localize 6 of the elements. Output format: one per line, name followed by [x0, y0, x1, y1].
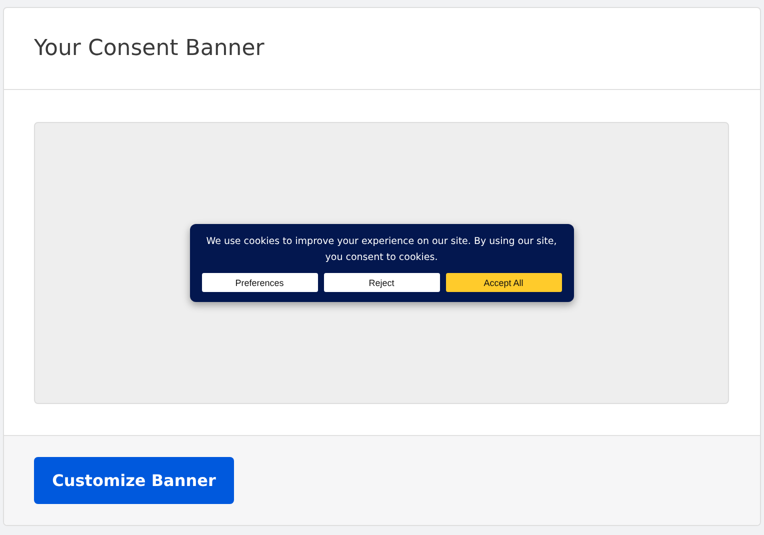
banner-button[interactable]: Accept All [446, 273, 562, 292]
banner-button[interactable]: Reject [324, 273, 440, 292]
banner-button[interactable]: Preferences [202, 273, 318, 292]
customize-banner-button[interactable]: Customize Banner [34, 457, 234, 504]
banner-message: We use cookies to improve your experience on our site. By using our site, you consent to cookies. [205, 235, 558, 265]
card-title: Your Consent Banner [34, 36, 264, 61]
